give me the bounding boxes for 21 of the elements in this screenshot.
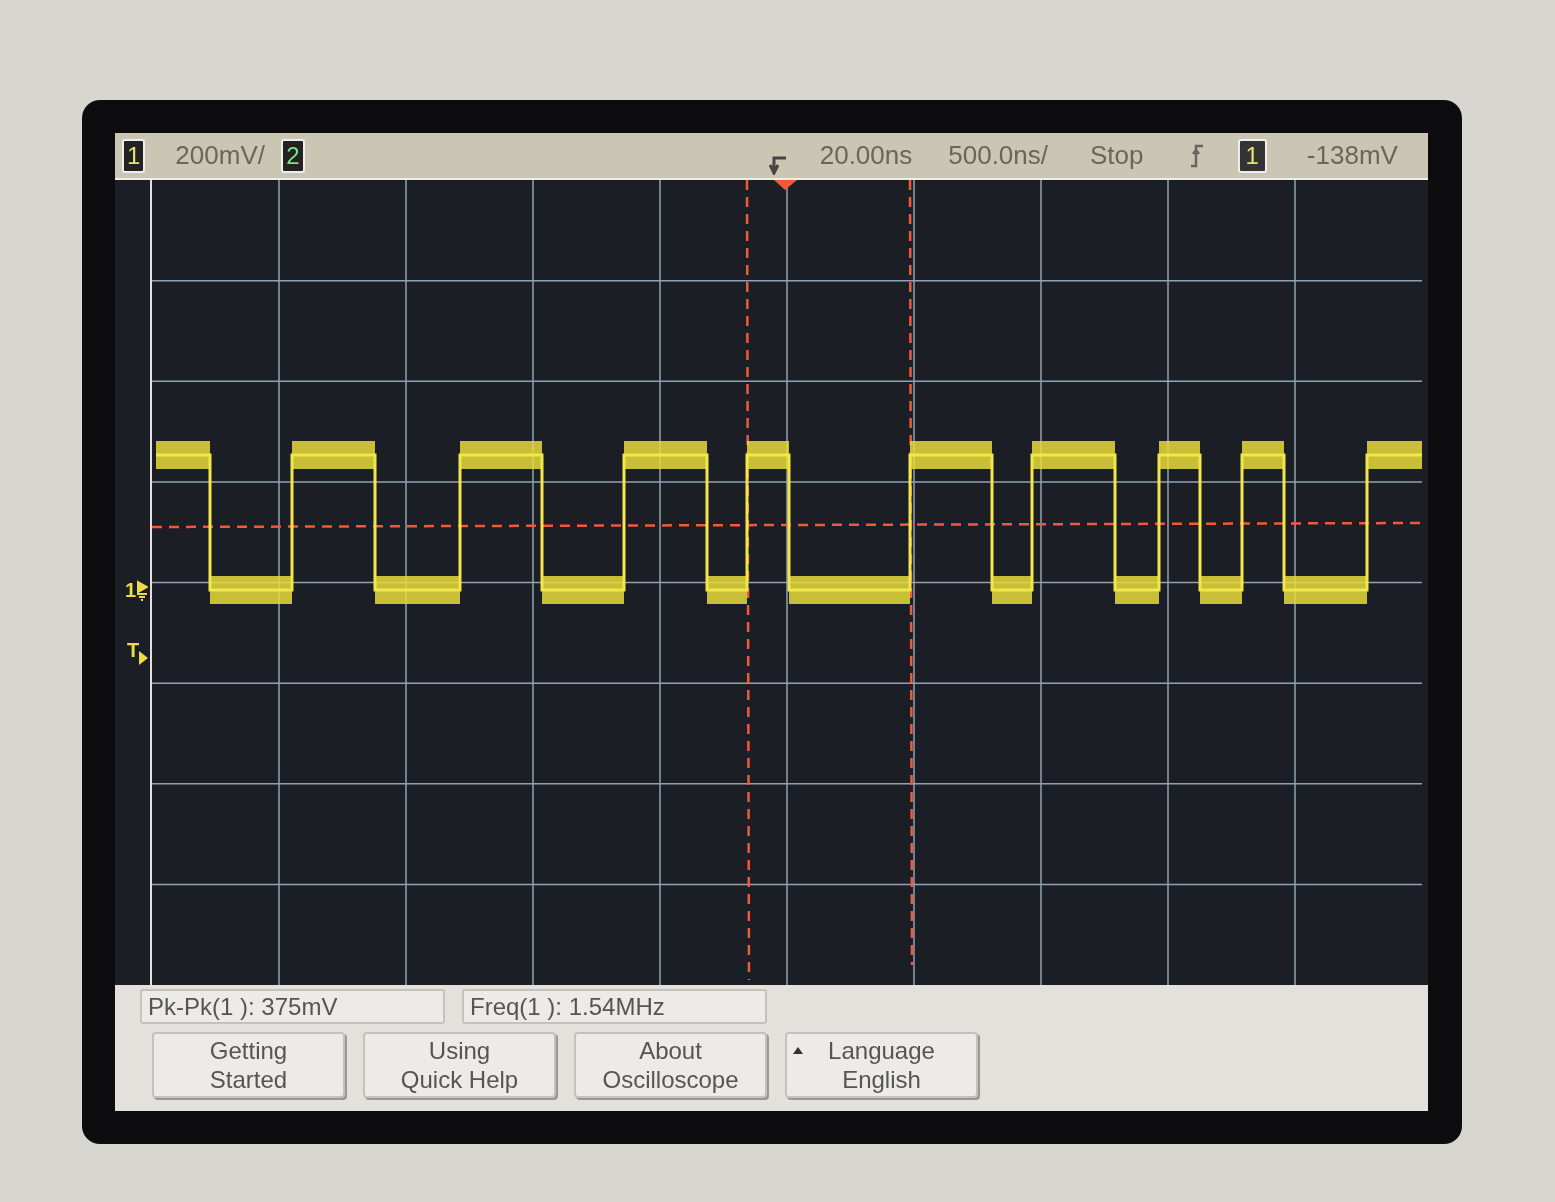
measurement-readout: Freq(1 ): 1.54MHz bbox=[462, 989, 767, 1024]
time-delay: 20.00ns bbox=[819, 139, 913, 172]
trigger-level: -138mV bbox=[1306, 139, 1398, 172]
trigger-marker: T bbox=[127, 638, 140, 663]
ground-arrow-icon bbox=[136, 578, 149, 602]
rising-edge-icon bbox=[1189, 143, 1204, 168]
channel-1-marker: 1 bbox=[125, 578, 137, 603]
channel-2-indicator: 2 bbox=[281, 138, 305, 173]
measurement-readout: Pk-Pk(1 ): 375mV bbox=[140, 989, 445, 1024]
softkey-button[interactable]: About Oscilloscope bbox=[574, 1032, 767, 1098]
softkey-button[interactable]: Using Quick Help bbox=[363, 1032, 556, 1098]
delay-marker-icon bbox=[768, 154, 787, 175]
time-per-division: 500.0ns/ bbox=[948, 139, 1048, 172]
trigger-source-indicator: 1 bbox=[1237, 138, 1267, 173]
volts-per-division: 200mV/ bbox=[175, 139, 266, 172]
channel-1-indicator: 1 bbox=[122, 138, 146, 173]
trigger-arrow-icon bbox=[139, 651, 149, 665]
softkey-button[interactable]: Getting Started bbox=[152, 1032, 345, 1098]
triangle-up-icon bbox=[793, 1047, 803, 1054]
run-state: Stop bbox=[1090, 139, 1144, 172]
softkey-button[interactable]: Language English bbox=[785, 1032, 978, 1098]
